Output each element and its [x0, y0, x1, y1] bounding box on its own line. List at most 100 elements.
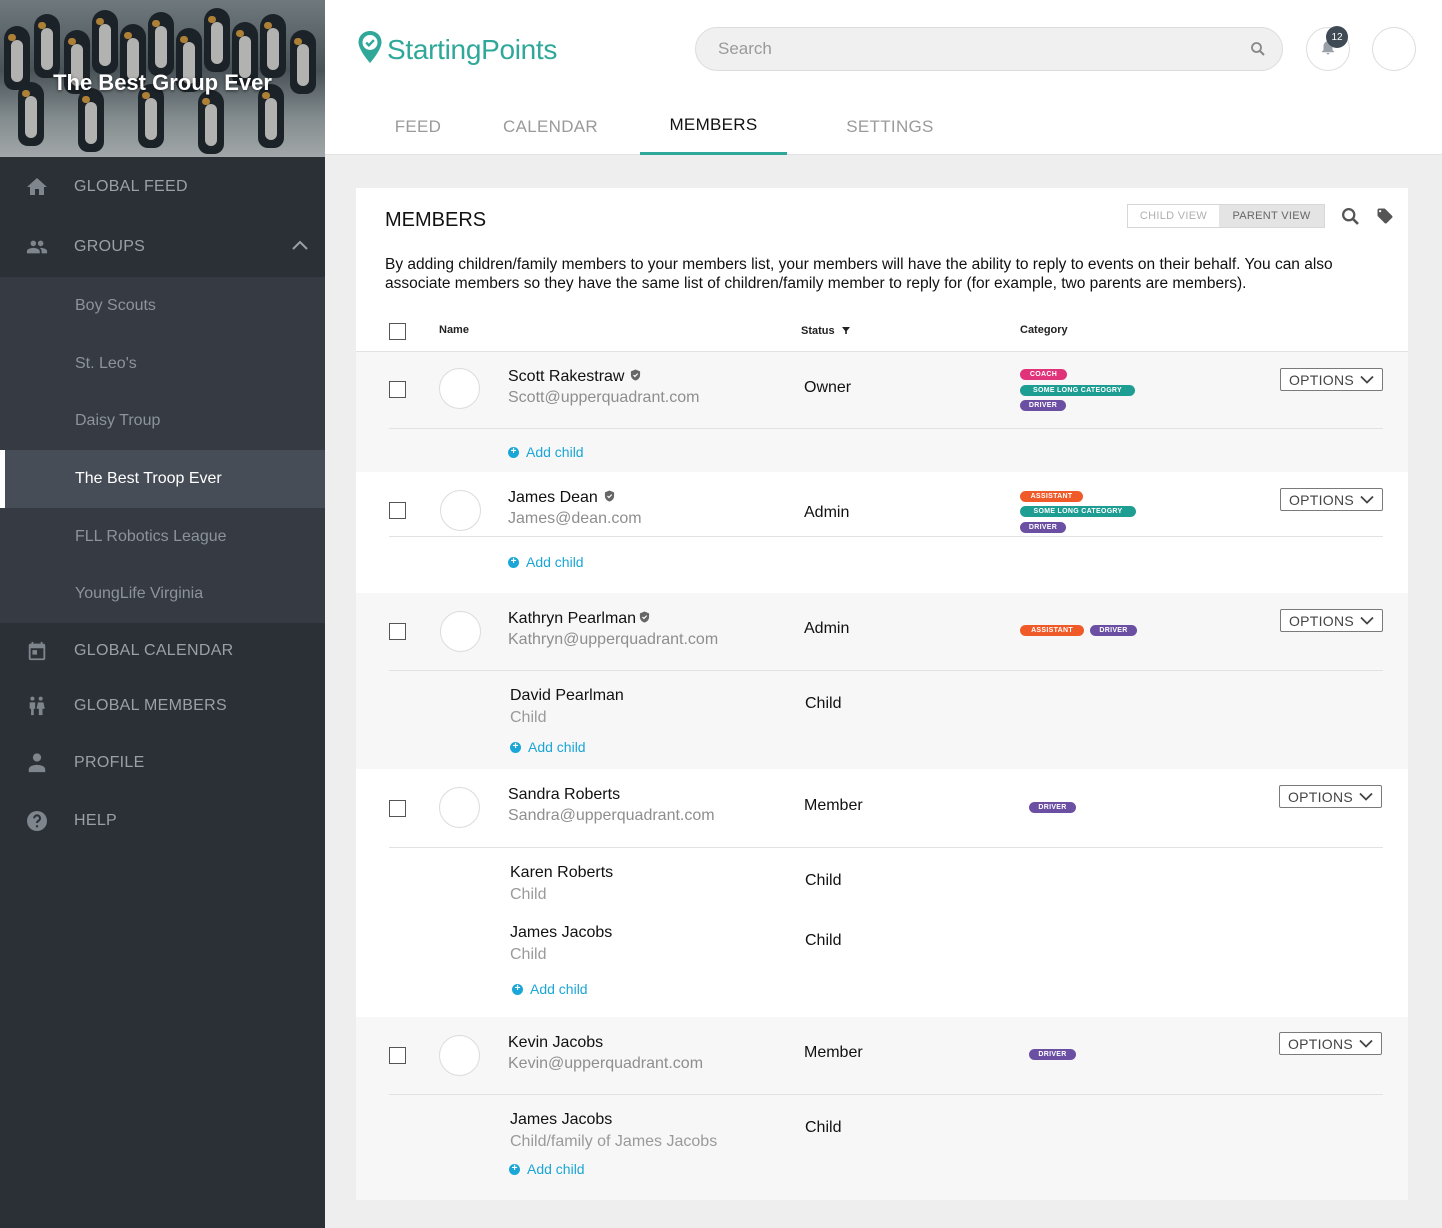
- logo-text: StartingPoints: [387, 33, 558, 65]
- tag-icon[interactable]: [1376, 207, 1394, 230]
- member-email: Sandra@upperquadrant.com: [508, 807, 715, 824]
- options-dropdown[interactable]: OPTIONS: [1280, 368, 1383, 391]
- row-checkbox[interactable]: [389, 381, 406, 398]
- add-child-link[interactable]: + Add child: [510, 739, 586, 755]
- chevron-down-icon: [1359, 1039, 1373, 1048]
- options-dropdown[interactable]: OPTIONS: [1280, 609, 1383, 632]
- notifications-button[interactable]: 12: [1306, 26, 1350, 71]
- row-checkbox[interactable]: [389, 1047, 406, 1064]
- add-child-link[interactable]: + Add child: [508, 444, 584, 460]
- table-row: Scott Rakestraw Scott@upperquadrant.com …: [356, 352, 1408, 472]
- avatar[interactable]: [439, 368, 480, 409]
- nav-global-feed[interactable]: GLOBAL FEED: [0, 157, 325, 217]
- member-name[interactable]: Kathryn Pearlman: [508, 610, 650, 628]
- sidebar-item-group-active[interactable]: The Best Troop Ever: [0, 450, 325, 508]
- column-header-name[interactable]: Name: [439, 324, 469, 336]
- sort-arrow-icon: [841, 325, 850, 337]
- sidebar: The Best Group Ever GLOBAL FEED GROUPS B…: [0, 0, 325, 1228]
- category-badge: DRIVER: [1090, 625, 1137, 636]
- child-view-button[interactable]: CHILD VIEW: [1128, 205, 1219, 227]
- verified-shield-icon: [630, 368, 641, 386]
- child-role: Child: [510, 709, 547, 726]
- nav-global-members[interactable]: GLOBAL MEMBERS: [0, 678, 325, 733]
- search-box: [695, 27, 1283, 71]
- groups-submenu: Boy Scouts St. Leo's Daisy Troup The Bes…: [0, 277, 325, 624]
- column-header-category[interactable]: Category: [1020, 324, 1068, 336]
- member-status: Admin: [804, 620, 850, 637]
- avatar[interactable]: [440, 490, 481, 531]
- member-status: Member: [804, 797, 863, 814]
- child-name[interactable]: James Jacobs: [510, 924, 612, 942]
- group-title: The Best Group Ever: [53, 70, 272, 95]
- child-role: Child: [510, 886, 547, 903]
- add-child-link[interactable]: + Add child: [508, 554, 584, 570]
- chevron-down-icon: [1360, 375, 1374, 384]
- chevron-up-icon[interactable]: [291, 238, 309, 256]
- table-row: Sandra Roberts Sandra@upperquadrant.com …: [356, 769, 1408, 1017]
- column-header-status[interactable]: Status: [801, 325, 850, 337]
- user-avatar[interactable]: [1372, 27, 1416, 71]
- tab-settings[interactable]: SETTINGS: [787, 98, 993, 155]
- options-dropdown[interactable]: OPTIONS: [1279, 785, 1382, 808]
- row-checkbox[interactable]: [389, 502, 406, 519]
- nav-global-members-label: GLOBAL MEMBERS: [74, 696, 227, 714]
- sidebar-item-group[interactable]: St. Leo's: [0, 335, 325, 393]
- logo[interactable]: StartingPoints: [357, 30, 557, 69]
- category-badge: DRIVER: [1020, 522, 1066, 533]
- search-icon[interactable]: [1341, 207, 1360, 231]
- child-status: Child: [805, 872, 842, 889]
- member-name[interactable]: Scott Rakestraw: [508, 368, 641, 386]
- home-icon: [0, 175, 74, 199]
- category-badge: DRIVER: [1020, 400, 1066, 411]
- child-name[interactable]: James Jacobs: [510, 1111, 612, 1129]
- nav-groups[interactable]: GROUPS: [0, 217, 325, 277]
- nav-groups-label: GROUPS: [74, 238, 146, 255]
- nav-profile[interactable]: PROFILE: [0, 733, 325, 793]
- category-badge: COACH: [1020, 369, 1067, 380]
- location-check-icon: [357, 30, 383, 69]
- avatar[interactable]: [439, 787, 480, 828]
- tab-feed[interactable]: FEED: [325, 98, 511, 155]
- search-input[interactable]: [696, 28, 1216, 70]
- view-toggle: CHILD VIEW PARENT VIEW: [1127, 204, 1325, 228]
- sidebar-item-group[interactable]: Daisy Troup: [0, 392, 325, 450]
- row-checkbox[interactable]: [389, 800, 406, 817]
- row-checkbox[interactable]: [389, 623, 406, 640]
- top-header: StartingPoints 12 FEED CALENDAR MEMBERS …: [325, 0, 1442, 155]
- nav-global-calendar[interactable]: GLOBAL CALENDAR: [0, 623, 325, 678]
- child-name[interactable]: David Pearlman: [510, 687, 624, 705]
- member-name[interactable]: James Dean: [508, 489, 615, 507]
- sidebar-item-group[interactable]: Boy Scouts: [0, 277, 325, 335]
- sidebar-item-group[interactable]: FLL Robotics League: [0, 508, 325, 566]
- member-name[interactable]: Sandra Roberts: [508, 786, 620, 804]
- tab-calendar[interactable]: CALENDAR: [503, 98, 598, 155]
- avatar[interactable]: [440, 611, 481, 652]
- add-child-link[interactable]: + Add child: [509, 1161, 585, 1177]
- table-row: Kevin Jacobs Kevin@upperquadrant.com Mem…: [356, 1017, 1408, 1200]
- people-icon: [0, 236, 74, 258]
- category-badge: ASSISTANT: [1020, 625, 1084, 636]
- sidebar-nav: GLOBAL FEED GROUPS Boy Scouts St. Leo's …: [0, 157, 325, 849]
- parent-view-button[interactable]: PARENT VIEW: [1219, 205, 1324, 227]
- nav-profile-label: PROFILE: [74, 754, 145, 772]
- child-role: Child: [510, 946, 547, 963]
- person-icon: [0, 751, 74, 775]
- sidebar-item-group[interactable]: YoungLife Virginia: [0, 565, 325, 623]
- options-dropdown[interactable]: OPTIONS: [1280, 488, 1383, 511]
- options-dropdown[interactable]: OPTIONS: [1279, 1032, 1382, 1055]
- category-badge: ASSISTANT: [1020, 491, 1083, 502]
- table-row: Kathryn Pearlman Kathryn@upperquadrant.c…: [356, 593, 1408, 769]
- nav-help[interactable]: HELP: [0, 793, 325, 849]
- plus-circle-icon: +: [512, 983, 523, 995]
- member-name[interactable]: Kevin Jacobs: [508, 1034, 603, 1052]
- select-all-checkbox[interactable]: [389, 323, 406, 340]
- search-icon[interactable]: [1250, 41, 1266, 62]
- tab-members[interactable]: MEMBERS: [640, 98, 787, 155]
- nav-global-feed-label: GLOBAL FEED: [74, 178, 188, 195]
- add-child-link[interactable]: + Add child: [512, 981, 588, 997]
- member-email: Kevin@upperquadrant.com: [508, 1055, 704, 1072]
- notification-count-badge: 12: [1326, 26, 1348, 48]
- avatar[interactable]: [439, 1035, 480, 1076]
- child-name[interactable]: Karen Roberts: [510, 864, 613, 882]
- chevron-down-icon: [1360, 495, 1374, 504]
